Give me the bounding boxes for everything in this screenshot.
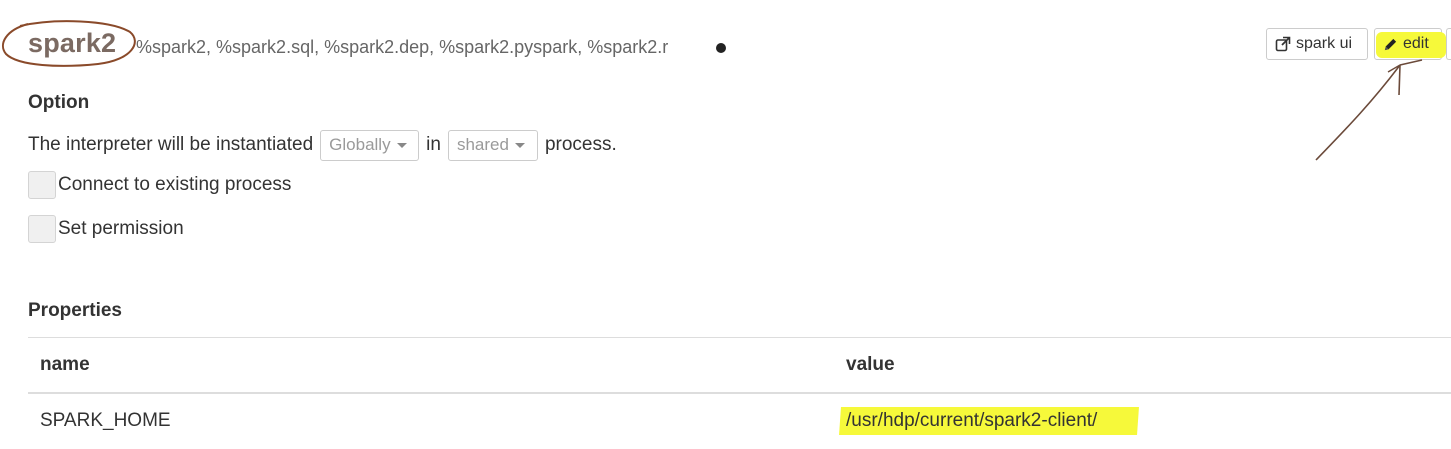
instantiation-sentence-end: process. (544, 134, 617, 155)
column-header-name: name (40, 354, 90, 375)
running-dot-icon (716, 43, 726, 53)
chevron-down-icon (396, 142, 407, 148)
mode-select[interactable]: shared (447, 129, 538, 161)
instantiation-sentence-start: The interpreter will be instantiated (28, 134, 314, 155)
edit-label: edit (1403, 35, 1429, 52)
column-header-value: value (846, 354, 895, 375)
mode-select-value: shared (456, 135, 509, 154)
scope-select-value: Globally (329, 135, 391, 154)
option-section-title: Option (28, 92, 90, 113)
pencil-icon (1383, 37, 1398, 52)
property-value-cell: /usr/hdp/current/spark2-client/ (846, 410, 1098, 431)
interpreter-settings-panel: spark2 %spark2, %spark2.sql, %spark2.dep… (0, 0, 1451, 449)
set-permission-checkbox[interactable] (28, 215, 56, 243)
hand-drawn-arrow-annotation (1315, 59, 1423, 161)
table-header-divider (28, 392, 1451, 394)
spark-ui-label: spark ui (1296, 35, 1353, 52)
scope-select[interactable]: Globally (320, 129, 420, 161)
chevron-down-icon (514, 142, 525, 148)
set-permission-option: Set permission (28, 214, 184, 244)
more-button[interactable] (1446, 28, 1451, 60)
property-name-cell: SPARK_HOME (40, 410, 171, 431)
table-divider (28, 337, 1451, 338)
instantiation-option-line: The interpreter will be instantiated Glo… (28, 129, 624, 161)
interpreter-aliases: %spark2, %spark2.sql, %spark2.dep, %spar… (136, 37, 669, 57)
connect-existing-option: Connect to existing process (28, 170, 291, 200)
properties-section-title: Properties (28, 300, 122, 321)
interpreter-name: spark2 (28, 28, 117, 58)
external-link-icon (1275, 36, 1291, 52)
edit-button-content[interactable]: edit (1374, 28, 1442, 60)
spark-ui-button[interactable]: spark ui (1266, 28, 1368, 60)
set-permission-label: Set permission (58, 218, 184, 239)
connect-existing-label: Connect to existing process (58, 174, 292, 195)
connect-existing-checkbox[interactable] (28, 171, 56, 199)
instantiation-sentence-in: in (426, 134, 441, 155)
